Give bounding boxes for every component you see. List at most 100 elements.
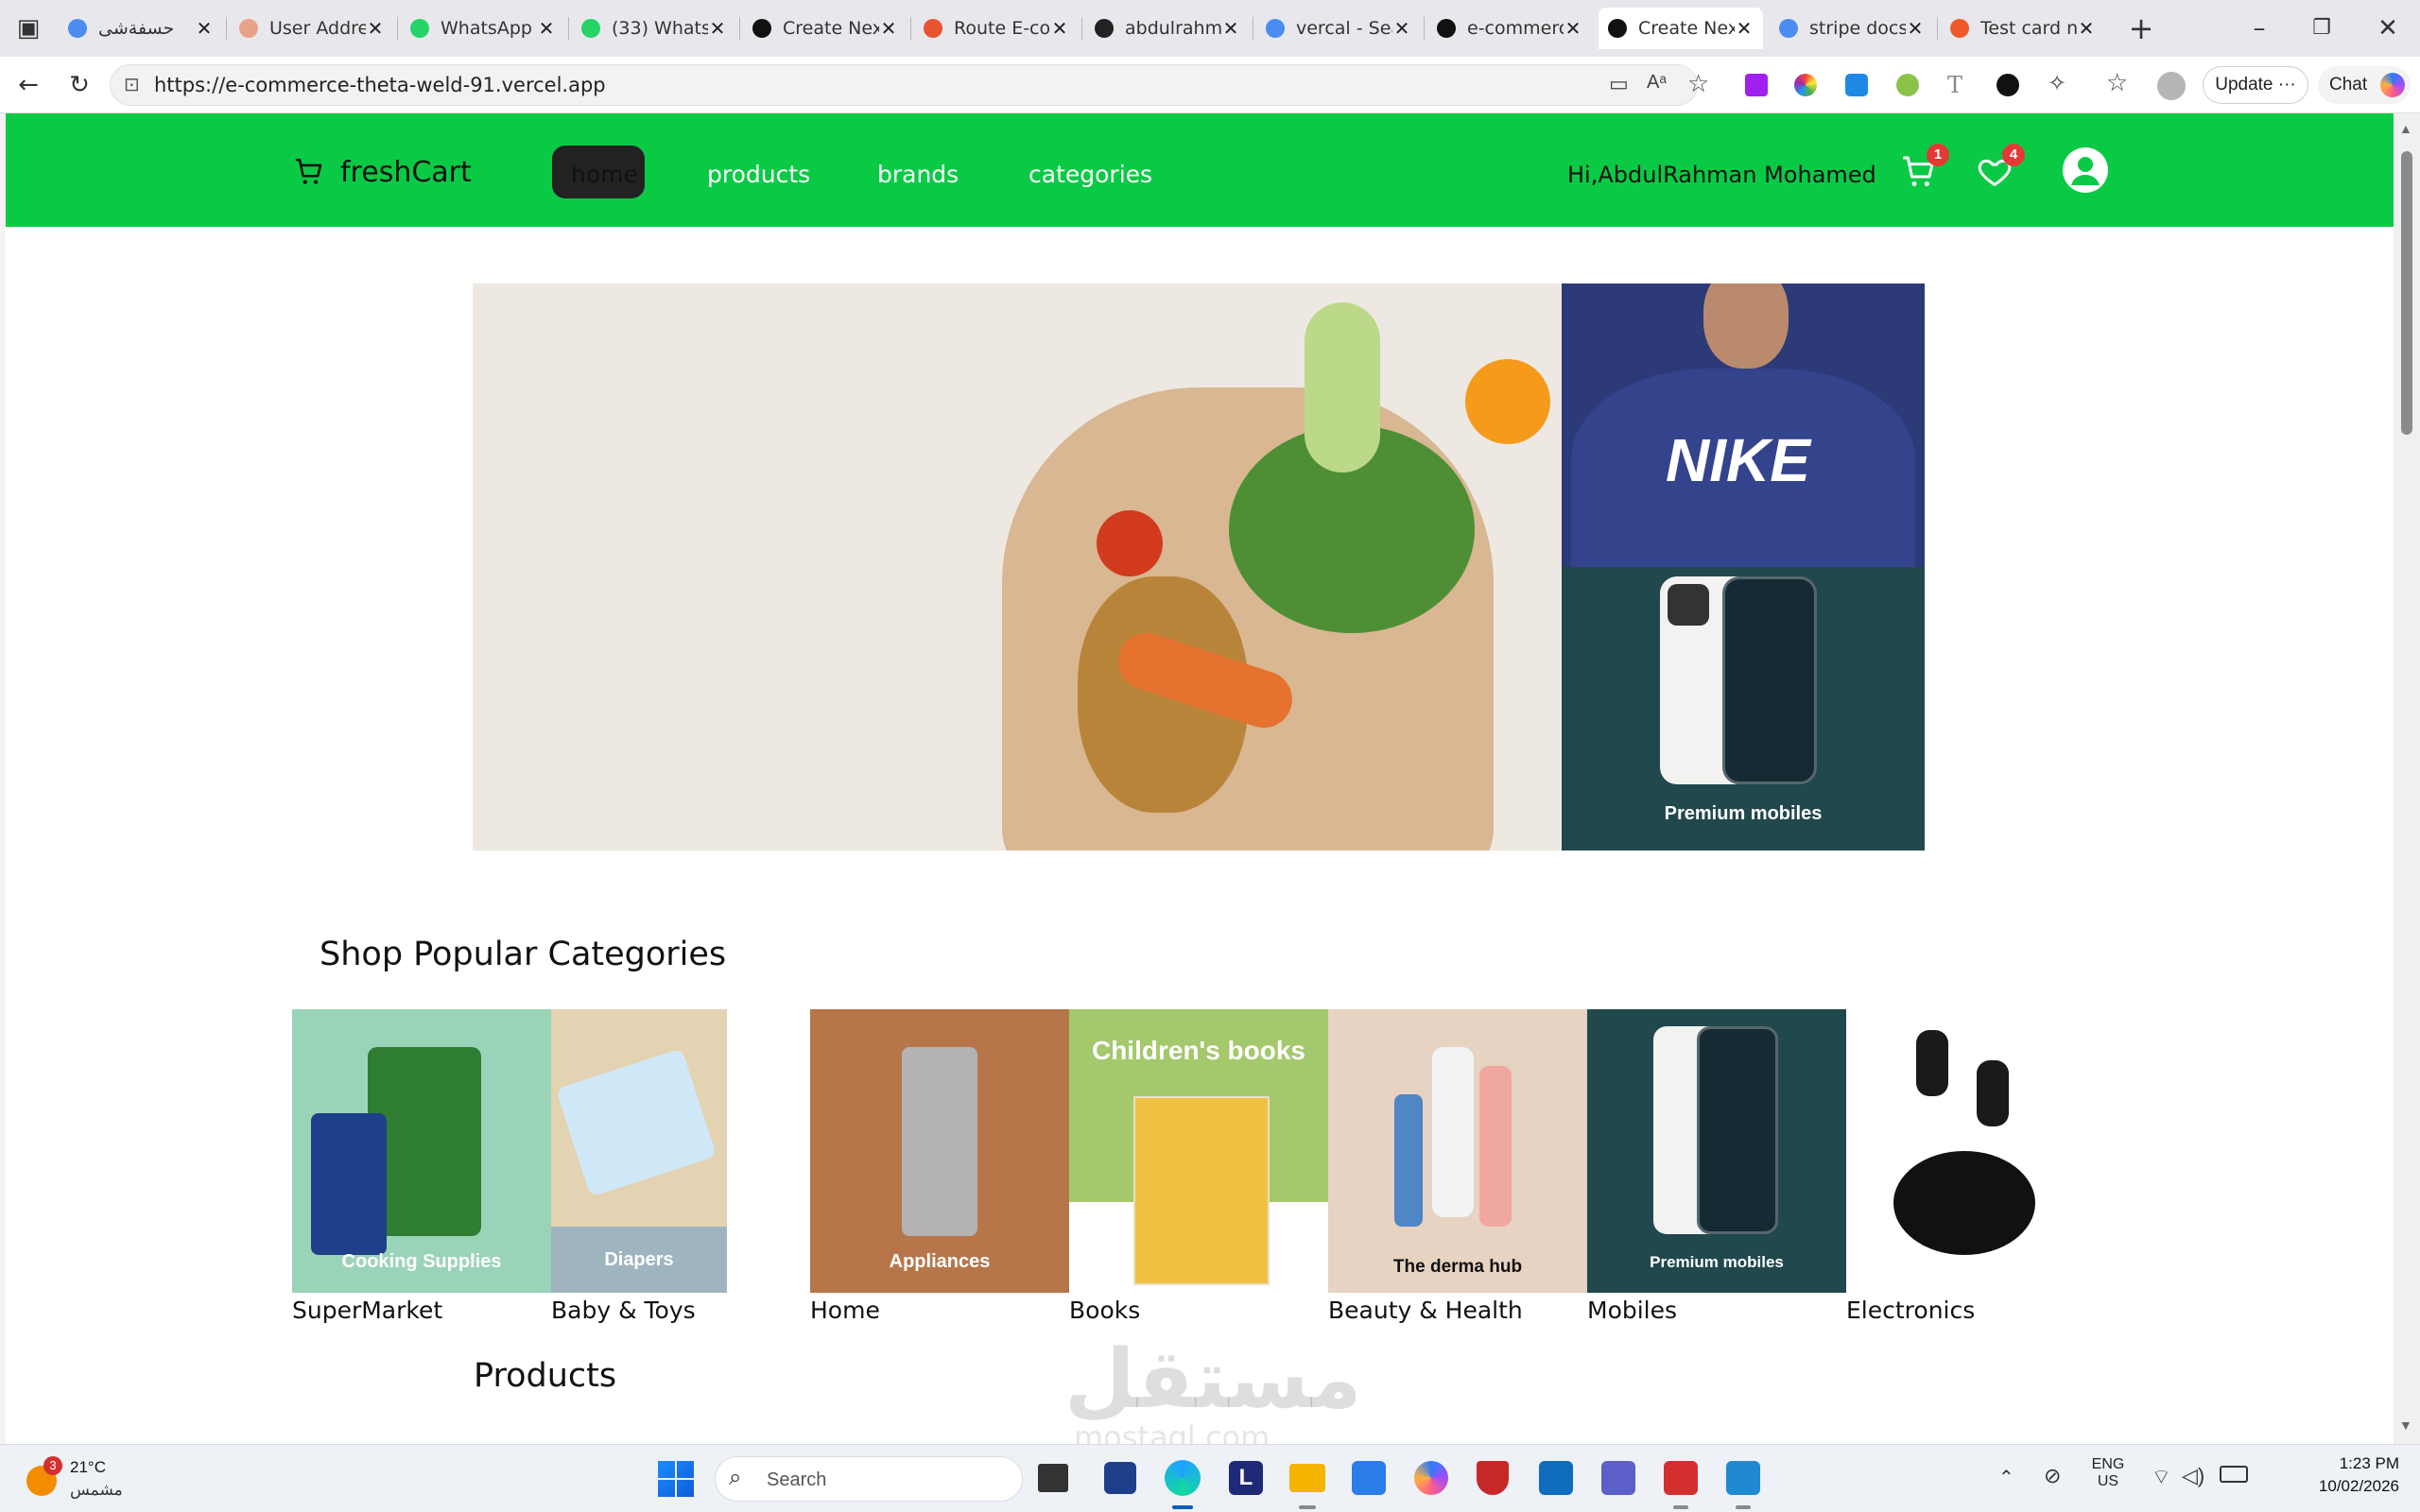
category-name-beauty-health[interactable]: Beauty & Health [1328,1297,1523,1324]
browser-tab[interactable]: Test card nu✕ [1941,8,2105,49]
nav-link-brands[interactable]: brands [877,149,959,200]
extension-feather-icon[interactable] [1745,74,1768,96]
category-name-mobiles[interactable]: Mobiles [1587,1297,1677,1324]
scrollbar-thumb[interactable] [2401,151,2412,435]
store-icon[interactable] [1104,1462,1136,1494]
hero-main-slide[interactable] [473,284,1562,850]
category-name-supermarket[interactable]: SuperMarket [292,1297,442,1324]
tab-close-icon[interactable]: ✕ [1906,17,1925,40]
category-image-beauty-health[interactable]: The derma hub [1328,1009,1587,1293]
site-info-icon[interactable]: ⊡ [124,73,147,97]
categories-title: Shop Popular Categories [320,936,727,973]
cart-button[interactable]: 1 [1900,144,1949,195]
volume-icon[interactable]: ◁) [2182,1464,2204,1488]
category-image-electronics[interactable] [1846,1009,2064,1293]
browser-tab[interactable]: حسفةشى ✕ [59,8,223,49]
tab-close-icon[interactable]: ✕ [1735,17,1754,40]
category-name-baby-toys[interactable]: Baby & Toys [551,1297,696,1324]
category-image-supermarket[interactable]: Cooking Supplies [292,1009,551,1293]
teams-icon[interactable] [1601,1461,1635,1495]
tab-close-icon[interactable]: ✕ [1221,17,1240,40]
back-icon[interactable]: ← [9,66,47,104]
tab-close-icon[interactable]: ✕ [879,17,898,40]
category-name-home[interactable]: Home [810,1297,880,1324]
extensions-puzzle-icon[interactable]: ✧ [2048,70,2074,98]
tab-close-icon[interactable]: ✕ [537,17,556,40]
category-image-books[interactable]: Children's books [1069,1009,1328,1293]
browser-tab[interactable]: WhatsApp | ✕ [401,8,565,49]
edge-icon[interactable] [1165,1460,1201,1496]
browser-tab[interactable]: stripe docs ✕ [1770,8,1934,49]
start-button[interactable] [658,1461,694,1497]
refresh-icon[interactable]: ↻ [60,66,98,104]
hero-side-top[interactable]: NIKE [1562,284,1925,567]
new-tab-icon[interactable]: + [2122,9,2160,47]
browser-tab[interactable]: Route E-com✕ [914,8,1079,49]
nav-link-home[interactable]: home [571,149,638,200]
wishlist-button[interactable]: 4 [1976,144,2025,195]
category-image-home[interactable]: Appliances [810,1009,1069,1293]
extension-text-icon[interactable]: T [1947,72,1970,98]
browser-tab[interactable]: vercal - Sear✕ [1256,8,1421,49]
app-l-icon[interactable]: L [1229,1461,1263,1495]
url-field[interactable]: ⊡ https://e-commerce-theta-weld-91.verce… [110,64,1709,106]
copilot-chat-button[interactable]: Chat [2318,66,2411,104]
close-window-icon[interactable]: ✕ [2369,9,2407,47]
update-button[interactable]: Update ··· [2203,66,2308,104]
favorite-star-icon[interactable]: ☆ [1687,69,1709,98]
extension-translate-icon[interactable] [1845,74,1868,96]
scroll-up-arrow[interactable]: ▲ [2399,121,2412,136]
account-button[interactable] [2063,147,2108,193]
reader-icon[interactable]: ▭ [1609,72,1629,96]
minimize-icon[interactable]: – [2240,9,2278,47]
page-scrollbar[interactable]: ▲ ▼ [2394,113,2420,1444]
shield-app-icon[interactable] [1477,1461,1509,1495]
tab-close-icon[interactable]: ✕ [195,17,214,40]
extension-vercel-icon[interactable] [1996,74,2019,96]
browser-tab[interactable]: User Addres✕ [230,8,394,49]
acrobat-icon[interactable] [1664,1461,1698,1495]
browser-tab[interactable]: abdulrahma✕ [1085,8,1250,49]
clock[interactable]: 1:23 PM 10/02/2026 [2267,1454,2399,1496]
copilot-taskbar-icon[interactable] [1414,1461,1448,1495]
outlook-icon[interactable] [1539,1461,1573,1495]
task-view-icon[interactable] [1038,1464,1068,1492]
tab-close-icon[interactable]: ✕ [1050,17,1069,40]
read-aloud-icon[interactable]: Aᵃ [1647,72,1667,94]
hero-side-bottom[interactable]: Premium mobiles [1562,567,1925,850]
browser-tab[interactable]: Create Next✕ [1599,8,1763,49]
brand-link[interactable]: freshCart [293,151,472,193]
tab-close-icon[interactable]: ✕ [366,17,385,40]
tab-close-icon[interactable]: ✕ [1392,17,1411,40]
category-image-mobiles[interactable]: Premium mobiles [1587,1009,1846,1293]
weather-widget[interactable]: 3 21°C مشمس [26,1454,159,1503]
tab-close-icon[interactable]: ✕ [2077,17,2096,40]
favorites-icon[interactable]: ☆ [2106,68,2135,98]
tab-close-icon[interactable]: ✕ [708,17,727,40]
vscode-icon[interactable] [1726,1461,1760,1495]
extension-leaf-icon[interactable] [1896,74,1919,96]
extension-color-icon[interactable] [1794,74,1817,96]
nav-link-categories[interactable]: categories [1028,149,1152,200]
network-off-icon[interactable]: ⊘ [2044,1464,2061,1488]
taskbar-search-box[interactable]: ⌕ Search [715,1456,1023,1502]
restore-icon[interactable]: ❐ [2303,9,2341,47]
file-explorer-icon[interactable] [1289,1464,1325,1492]
wifi-icon[interactable]: ⌔ [2152,1464,2171,1490]
tab-close-icon[interactable]: ✕ [1564,17,1582,40]
scroll-down-arrow[interactable]: ▼ [2399,1418,2412,1433]
browser-tab[interactable]: Create Next✕ [743,8,908,49]
tray-overflow-icon[interactable]: ⌃ [1998,1466,2014,1489]
category-name-electronics[interactable]: Electronics [1846,1297,1975,1324]
profile-avatar-icon[interactable] [2157,72,2186,100]
language-indicator[interactable]: ENG US [2089,1456,2127,1490]
browser-tab[interactable]: (33) WhatsA✕ [572,8,736,49]
battery-icon[interactable] [2220,1466,2248,1483]
hero-side-caption: Premium mobiles [1664,803,1823,824]
browser-tab[interactable]: e-commerce✕ [1427,8,1592,49]
draw-app-icon[interactable] [1352,1461,1386,1495]
nav-link-products[interactable]: products [707,149,810,200]
category-name-books[interactable]: Books [1069,1297,1140,1324]
tab-actions-icon[interactable]: ▣ [9,9,47,47]
category-image-baby-toys[interactable]: Diapers [551,1009,727,1293]
